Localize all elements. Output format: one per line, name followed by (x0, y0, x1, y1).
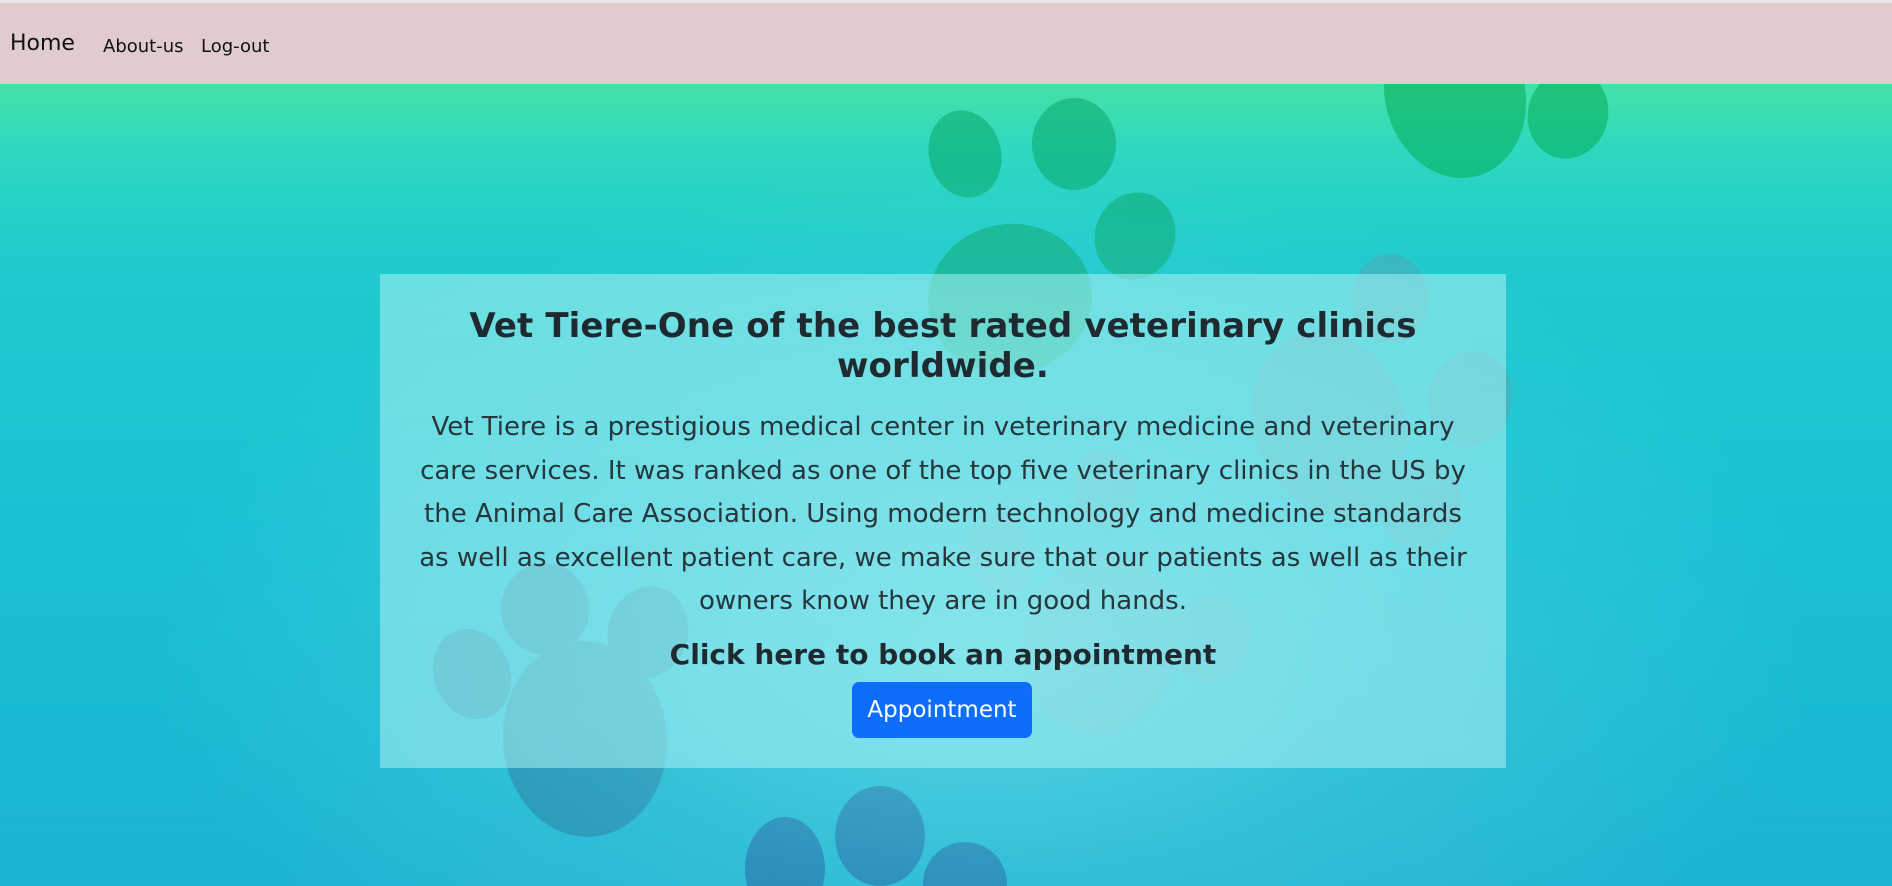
clinic-description: Vet Tiere is a prestigious medical cente… (419, 412, 1467, 616)
about-us-link[interactable]: About-us (103, 36, 184, 57)
home-link[interactable]: Home (10, 31, 75, 56)
appointment-button[interactable]: Appointment (852, 682, 1032, 738)
info-card: Vet Tiere-One of the best rated veterina… (380, 274, 1506, 768)
page-title: Vet Tiere-One of the best rated veterina… (469, 306, 1417, 386)
navbar: Home About-us Log-out (0, 0, 1892, 84)
appointment-cta: Click here to book an appointment (669, 638, 1217, 671)
log-out-link[interactable]: Log-out (201, 36, 269, 57)
